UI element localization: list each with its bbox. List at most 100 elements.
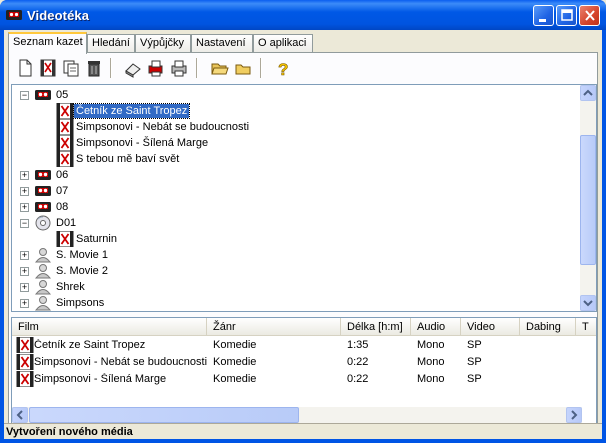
title-bar[interactable]: Videotéka [0, 0, 606, 30]
chevron-down-icon [583, 300, 593, 307]
tree-node-label[interactable]: 08 [54, 200, 70, 214]
tree-node-label[interactable]: Saturnin [74, 232, 119, 246]
chevron-right-icon [571, 410, 578, 420]
expand-icon[interactable]: + [20, 299, 29, 308]
list-item[interactable]: Četník ze Saint Tropez Komedie 1:35 Mono SP [12, 336, 596, 354]
open-folder-icon[interactable] [210, 58, 230, 78]
list-cell: Mono [417, 356, 445, 368]
expand-icon[interactable]: + [20, 171, 29, 180]
tree-node-label[interactable]: Simpsonovi - Nebát se budoucnosti [74, 120, 251, 134]
list-cell: Komedie [213, 356, 257, 368]
new-film-icon[interactable] [38, 58, 58, 78]
tree-node[interactable]: + S. Movie 1 [12, 247, 580, 263]
window-title: Videotéka [27, 8, 90, 23]
help-icon[interactable]: ? [273, 58, 293, 78]
expand-icon[interactable]: + [20, 267, 29, 276]
new-document-icon[interactable] [15, 58, 35, 78]
minimize-button[interactable] [533, 5, 554, 26]
column-delka[interactable]: Délka [h:m] [341, 318, 411, 336]
tree-node[interactable]: + Shrek [12, 279, 580, 295]
tab-panel: ? −05 Četník ze Saint Tropez Simpsonovi - … [8, 52, 598, 426]
minimize-icon [539, 19, 546, 22]
scroll-left-button[interactable] [12, 407, 28, 423]
tree-node-label[interactable]: Četník ze Saint Tropez [72, 103, 191, 119]
media-tree[interactable]: − 05 Četník ze Saint Tropez Simpsonovi - Ne… [11, 84, 597, 312]
tree-node-label[interactable]: 05 [54, 88, 70, 102]
tree-node[interactable]: +06 [12, 167, 580, 183]
tree-node[interactable]: +08 [12, 199, 580, 215]
application-window: Videotéka Seznam kazet Hledání Výpůjčky … [0, 0, 606, 443]
expand-icon[interactable]: + [20, 203, 29, 212]
tree-node[interactable]: + S. Movie 2 [12, 263, 580, 279]
list-cell: Mono [417, 373, 445, 385]
tree-node[interactable]: − 05 [12, 87, 580, 103]
tree-node[interactable]: + Simpsons [12, 295, 580, 311]
close-button[interactable] [579, 5, 600, 26]
scroll-right-button[interactable] [566, 407, 582, 423]
delete-trash-icon[interactable] [84, 58, 104, 78]
tree-node[interactable]: S tebou mě baví svět [12, 150, 580, 168]
column-audio[interactable]: Audio [411, 318, 461, 336]
tree-node-label[interactable]: Simpsonovi - Šílená Marge [74, 136, 210, 150]
tree-node-label[interactable]: S. Movie 1 [54, 248, 110, 262]
tree-node-label[interactable]: Shrek [54, 280, 87, 294]
list-item[interactable]: Simpsonovi - Nebát se budoucnosti Komedie… [12, 353, 596, 371]
tree-node-label[interactable]: 06 [54, 168, 70, 182]
copy-icon[interactable] [61, 58, 81, 78]
tree-node[interactable]: Četník ze Saint Tropez [12, 102, 580, 120]
tree-node[interactable]: Simpsonovi - Šílená Marge [12, 134, 580, 152]
list-cell: Komedie [213, 373, 257, 385]
tab-nastaveni[interactable]: Nastavení [191, 34, 253, 53]
column-video[interactable]: Video [461, 318, 520, 336]
list-header: Film Žánr Délka [h:m] Audio Video Dabing… [12, 318, 596, 336]
tab-hledani[interactable]: Hledání [87, 34, 135, 53]
column-film[interactable]: Film [12, 318, 207, 336]
list-horizontal-scrollbar[interactable] [12, 407, 582, 423]
tree-node-label[interactable]: Simpsons [54, 296, 106, 310]
close-icon [585, 10, 595, 21]
eraser-icon[interactable] [123, 58, 143, 78]
expand-icon[interactable]: + [20, 187, 29, 196]
list-cell: SP [467, 373, 482, 385]
tree-node[interactable]: − D01 [12, 215, 580, 231]
folder-icon[interactable] [233, 58, 253, 78]
tree-vertical-scrollbar[interactable] [580, 85, 596, 311]
maximize-icon [561, 9, 573, 21]
column-dabing[interactable]: Dabing [520, 318, 576, 336]
status-text: Vytvoření nového média [6, 426, 133, 438]
tab-o-aplikaci[interactable]: O aplikaci [253, 34, 313, 53]
tree-node-label[interactable]: D01 [54, 216, 78, 230]
tree-node[interactable]: +07 [12, 183, 580, 199]
scroll-thumb[interactable] [580, 135, 596, 265]
expand-icon[interactable]: + [20, 283, 29, 292]
print-icon[interactable] [169, 58, 189, 78]
tree-node-label[interactable]: S tebou mě baví svět [74, 152, 181, 166]
list-cell: 0:22 [347, 373, 369, 385]
tree-node-label[interactable]: 07 [54, 184, 70, 198]
collapse-icon[interactable]: − [20, 91, 29, 100]
chevron-up-icon [583, 89, 593, 96]
scroll-down-button[interactable] [580, 295, 596, 311]
expand-icon[interactable]: + [20, 251, 29, 260]
maximize-button[interactable] [556, 5, 577, 26]
scroll-up-button[interactable] [580, 85, 596, 101]
list-cell: Mono [417, 339, 445, 351]
print-preview-icon[interactable] [146, 58, 166, 78]
tab-vypujcky[interactable]: Výpůjčky [135, 34, 191, 53]
horizontal-scroll-thumb[interactable] [29, 407, 299, 423]
tree-node-label[interactable]: S. Movie 2 [54, 264, 110, 278]
toolbar-separator [110, 58, 112, 78]
toolbar-separator [260, 58, 262, 78]
film-list[interactable]: Film Žánr Délka [h:m] Audio Video Dabing… [11, 317, 597, 424]
collapse-icon[interactable]: − [20, 219, 29, 228]
client-area: Seznam kazet Hledání Výpůjčky Nastavení … [4, 30, 602, 439]
list-cell: 1:35 [347, 339, 369, 351]
column-t[interactable]: T [576, 318, 596, 336]
cassette-app-icon [6, 10, 22, 20]
list-item[interactable]: Simpsonovi - Šílená Marge Komedie 0:22 Mono… [12, 370, 596, 388]
column-zanr[interactable]: Žánr [207, 318, 341, 336]
toolbar: ? [11, 54, 595, 82]
tree-node[interactable]: Simpsonovi - Nebát se budoucnosti [12, 118, 580, 136]
tree-node[interactable]: Saturnin [12, 230, 580, 248]
tab-seznam-kazet[interactable]: Seznam kazet [8, 32, 87, 54]
